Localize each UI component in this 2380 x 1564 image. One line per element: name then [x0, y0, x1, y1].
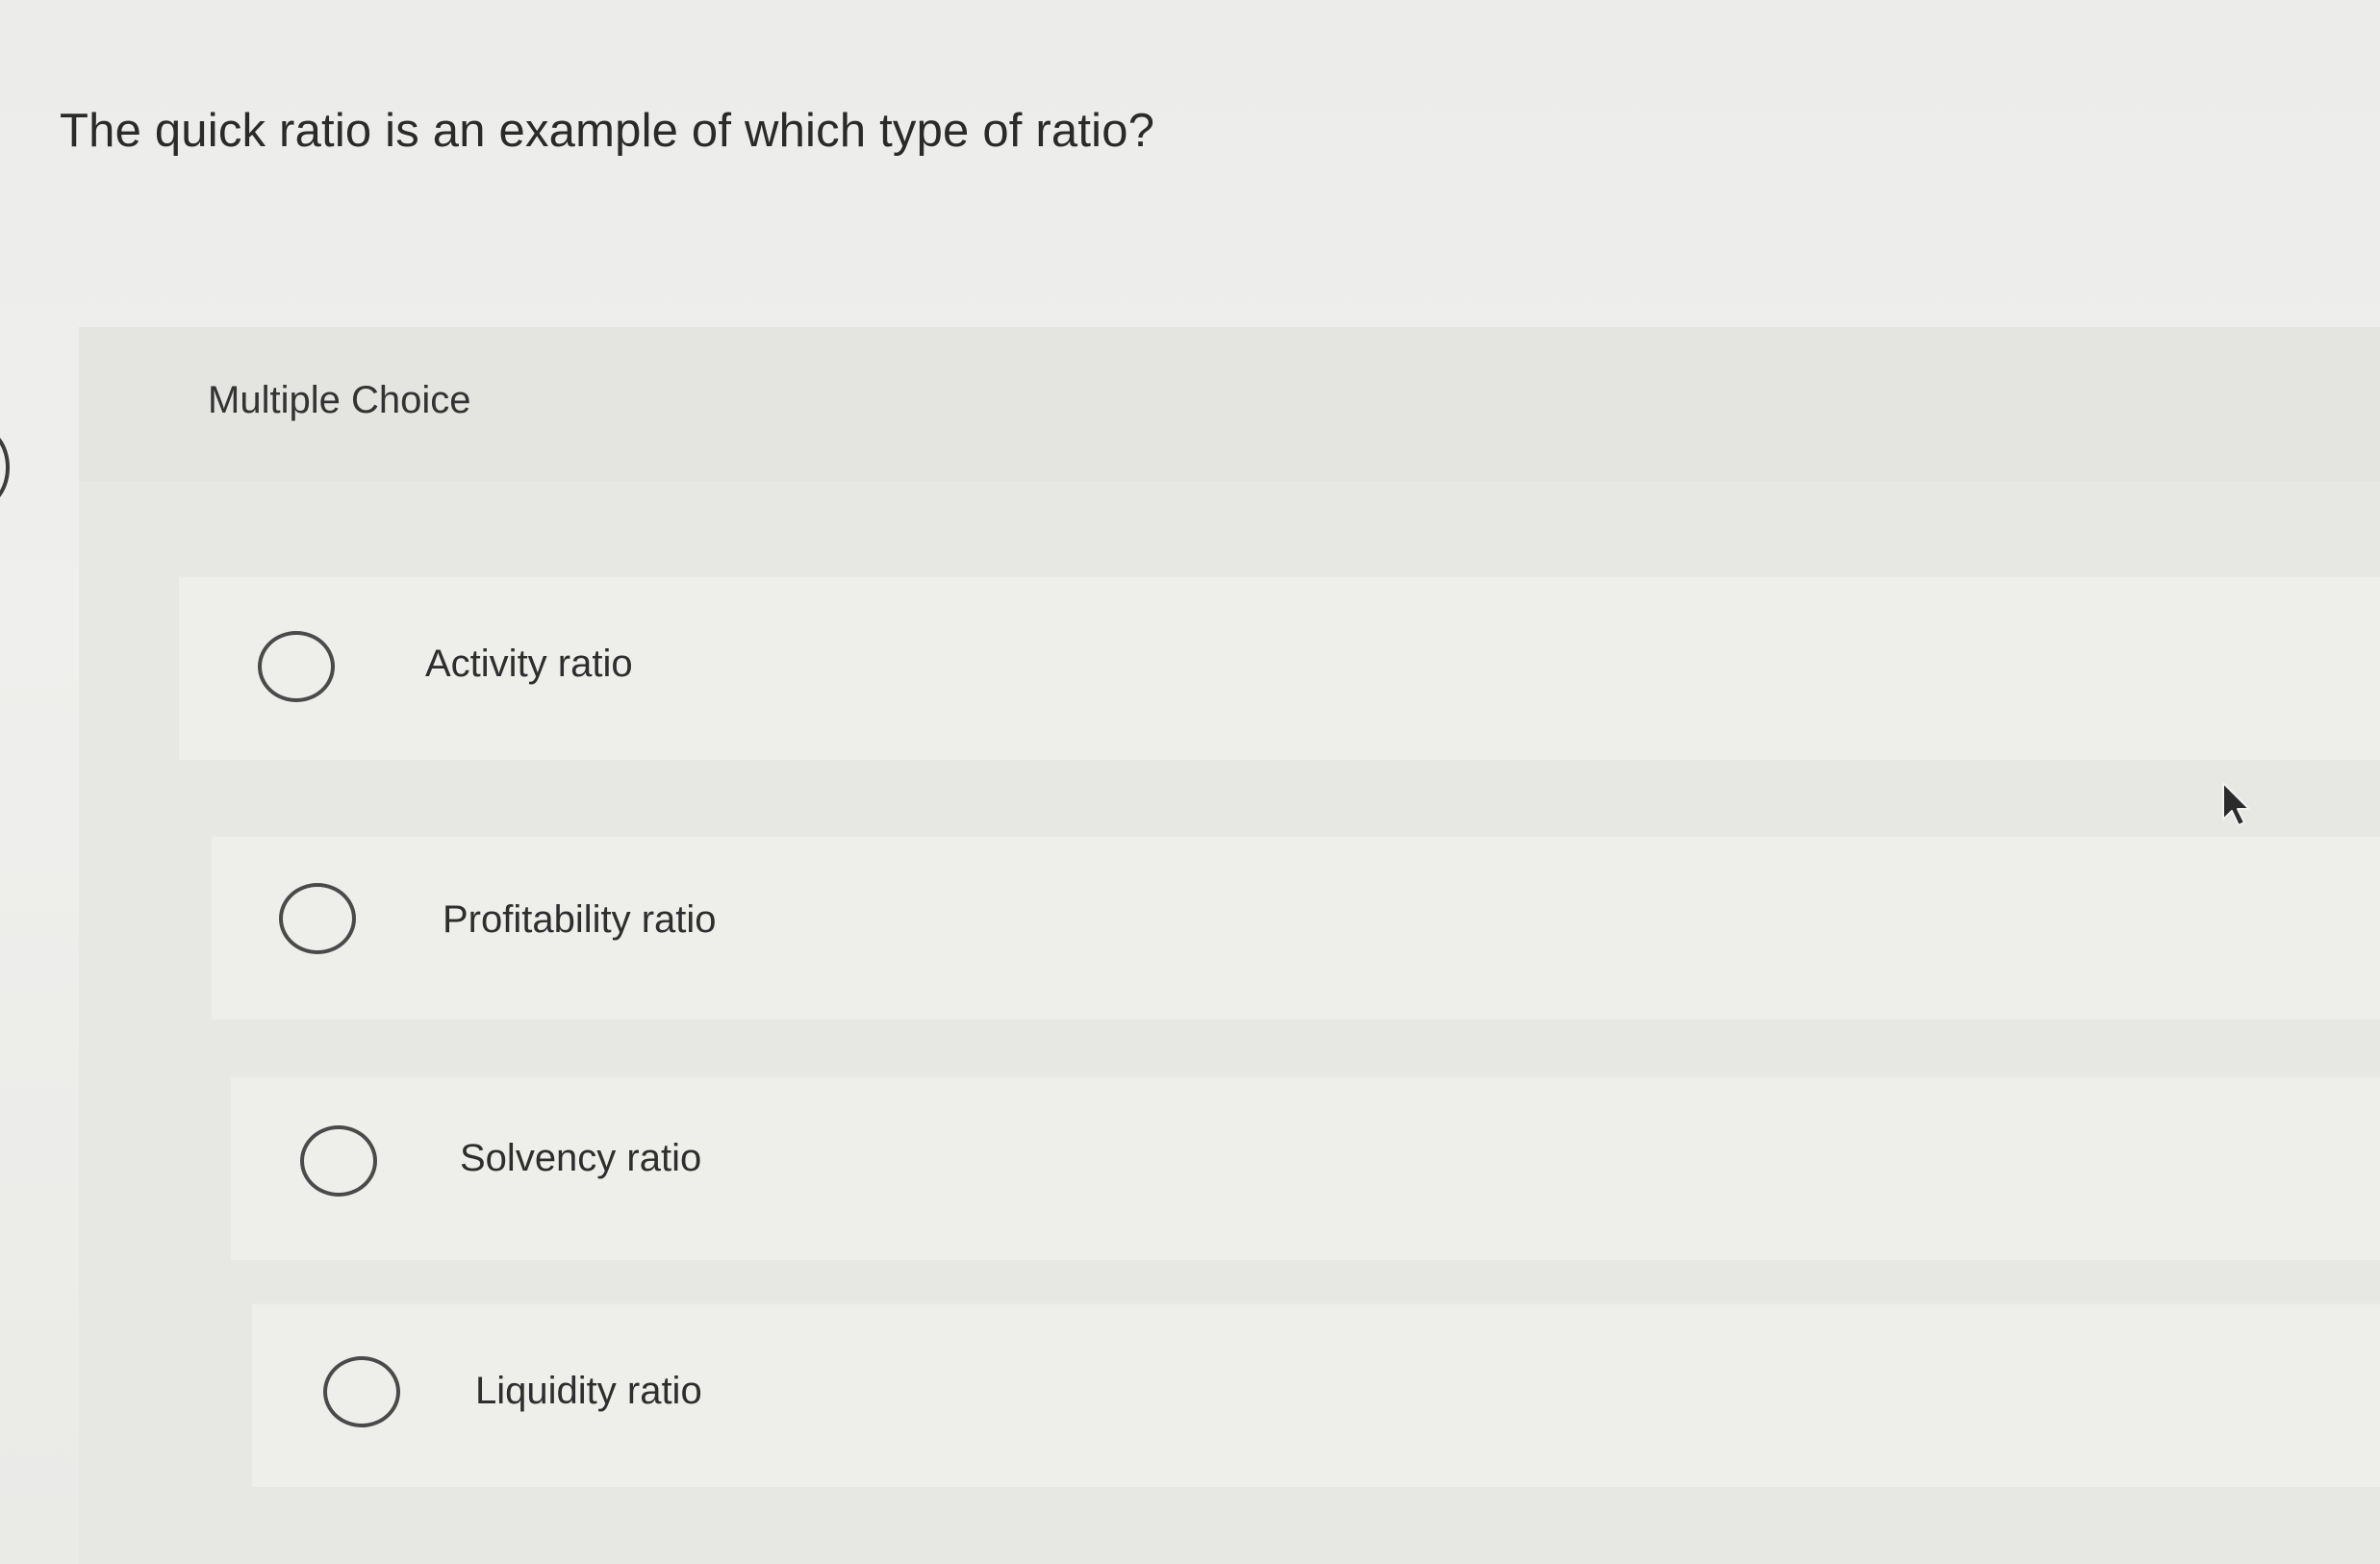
question-text: The quick ratio is an example of which t…: [60, 105, 1155, 157]
option-row-profitability[interactable]: Profitability ratio: [212, 835, 2380, 1020]
option-label[interactable]: Liquidity ratio: [475, 1370, 702, 1413]
option-row-solvency[interactable]: Solvency ratio: [231, 1075, 2380, 1260]
option-row-activity[interactable]: Activity ratio: [179, 575, 2380, 760]
radio-button-empty-icon[interactable]: [258, 631, 335, 702]
mouse-pointer-icon: [2222, 782, 2250, 826]
multiple-choice-header: Multiple Choice: [79, 327, 2380, 481]
multiple-choice-panel: Multiple Choice Activity ratio Profitabi…: [79, 327, 2380, 1564]
multiple-choice-title: Multiple Choice: [208, 379, 471, 421]
radio-button-empty-icon[interactable]: [323, 1356, 400, 1427]
option-label[interactable]: Solvency ratio: [460, 1137, 701, 1180]
option-label[interactable]: Activity ratio: [425, 643, 633, 686]
option-label[interactable]: Profitability ratio: [443, 898, 717, 942]
radio-button-empty-icon[interactable]: [279, 883, 356, 954]
partial-edge-control: [0, 427, 10, 508]
radio-button-empty-icon[interactable]: [300, 1125, 377, 1197]
option-row-liquidity[interactable]: Liquidity ratio: [252, 1302, 2380, 1487]
